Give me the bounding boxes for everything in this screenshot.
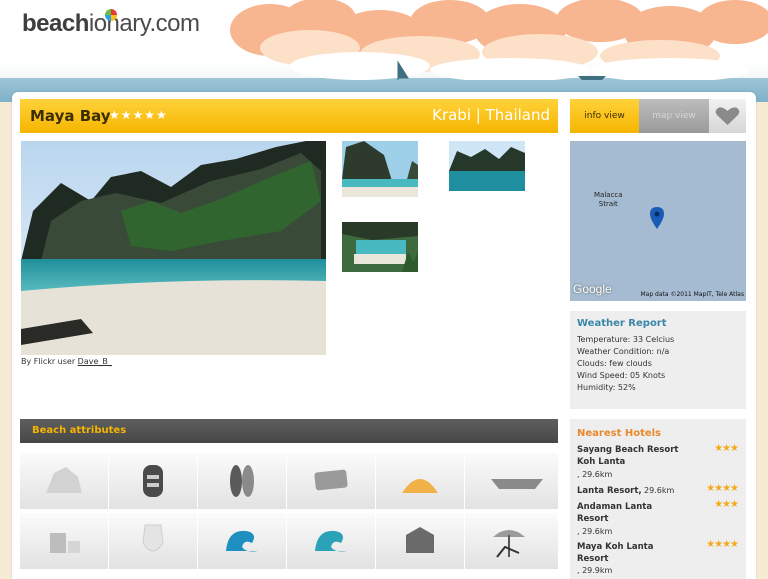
hotel-name[interactable]: Sayang Beach Resort Koh Lanta [577, 444, 687, 468]
weather-title: Weather Report [577, 318, 667, 329]
thumbnail-3[interactable] [342, 222, 418, 272]
logo-ball-icon [105, 9, 117, 21]
favorite-button[interactable] [709, 99, 746, 133]
attribute-cell[interactable] [465, 453, 559, 510]
hotel-distance: , 29.9km [577, 566, 613, 575]
weather-humidity: Humidity: 52% [577, 383, 636, 392]
attribute-cell[interactable] [465, 513, 559, 570]
beach-umbrella-icon [493, 530, 525, 558]
boat-icon [491, 479, 543, 489]
tab-info-view[interactable]: info view [570, 99, 639, 133]
bucket-icon [50, 533, 80, 553]
hotel-distance: , 29.6km [577, 470, 613, 479]
attribute-cell[interactable] [20, 453, 109, 510]
big-wave-icon [315, 530, 347, 552]
weather-clouds: Clouds: few clouds [577, 359, 652, 368]
attribute-cell[interactable] [109, 453, 198, 510]
beach-rating: ★★★★★ [109, 108, 168, 122]
thumbnail-2[interactable] [449, 141, 525, 191]
attribute-cell[interactable] [376, 453, 465, 510]
sand-icon [402, 479, 438, 493]
clouds-illustration [230, 0, 768, 80]
beach-name: Maya Bay [30, 107, 111, 125]
attribute-cell[interactable] [109, 513, 198, 570]
weather-temperature: Temperature: 33 Celcius [577, 335, 675, 344]
main-beach-photo[interactable] [21, 141, 326, 355]
attribute-cell[interactable] [198, 453, 287, 510]
weather-wind: Wind Speed: 05 Knots [577, 371, 666, 380]
site-logo[interactable]: beachionary.com [22, 9, 200, 38]
hotel-name[interactable]: Andaman Lanta Resort [577, 501, 657, 525]
tab-map-view[interactable]: map view [639, 99, 709, 133]
attribute-cell[interactable] [287, 513, 376, 570]
hut-icon [406, 527, 434, 553]
hotel-rating: ★★★ [714, 499, 739, 510]
attribute-cell[interactable] [20, 513, 109, 570]
photo-credit-user-link[interactable]: Dave_B_ [78, 357, 112, 366]
hotel-name[interactable]: Lanta Resort, [577, 485, 642, 497]
hotel-distance: , 29.6km [577, 527, 613, 536]
surfboard-icon [230, 465, 254, 497]
rock-icon [46, 467, 82, 493]
hotel-rating: ★★★ [714, 443, 739, 454]
beach-title-bar: Maya Bay ★★★★★ Krabi | Thailand [20, 99, 558, 133]
hotel-distance: 29.6km [644, 486, 675, 495]
map-google-logo: Google [573, 282, 612, 296]
map-pin-icon[interactable] [650, 207, 670, 235]
beach-attributes-header: Beach attributes [20, 419, 558, 443]
weather-condition: Weather Condition: n/a [577, 347, 670, 356]
location-map[interactable]: Malacca Strait Google Map data ©2011 MapI… [570, 141, 746, 301]
heart-icon [715, 107, 740, 125]
hotels-title: Nearest Hotels [577, 428, 662, 439]
hotel-name[interactable]: Maya Koh Lanta Resort [577, 541, 667, 565]
life-jacket-icon [143, 465, 163, 497]
map-attribution: Map data ©2011 MapIT, Tele Atlas [640, 291, 744, 298]
attribute-cell[interactable] [198, 513, 287, 570]
beach-location[interactable]: Krabi | Thailand [432, 106, 550, 124]
nearest-hotels: Nearest Hotels Sayang Beach Resort Koh L… [570, 419, 746, 579]
hotel-rating: ★★★★ [706, 483, 739, 494]
attribute-cell[interactable] [376, 513, 465, 570]
swimsuit-icon [142, 524, 164, 552]
beach-attributes-grid [20, 453, 559, 579]
view-tabs: info view map view [570, 99, 746, 133]
attribute-cell[interactable] [287, 453, 376, 510]
hotel-rating: ★★★★ [706, 539, 739, 550]
thumbnail-1[interactable] [342, 141, 418, 197]
weather-report: Weather Report Temperature: 33 Celcius W… [570, 311, 746, 409]
tickets-icon [314, 469, 348, 491]
map-place-label: Malacca Strait [594, 191, 623, 208]
wave-icon [226, 530, 258, 552]
photo-credit: By Flickr user Dave_B_ [21, 357, 112, 366]
